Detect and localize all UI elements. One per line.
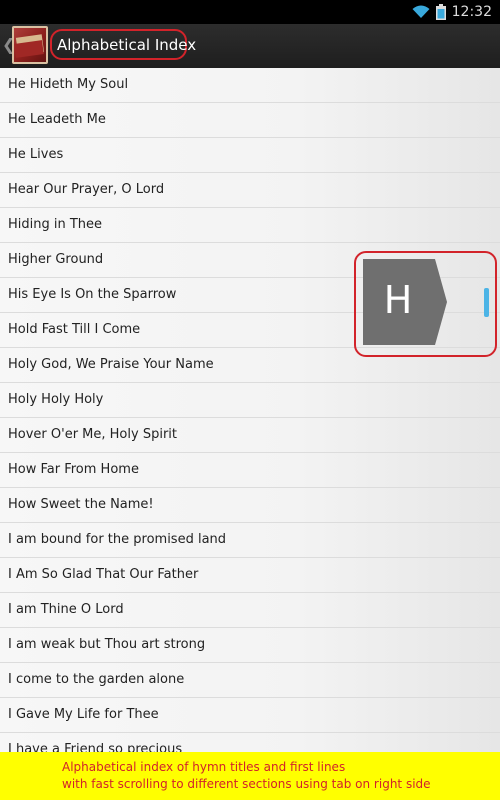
list-item-label: He Leadeth Me — [8, 112, 106, 127]
action-bar: ❮ Alphabetical Index — [0, 24, 500, 69]
list-item[interactable]: Hiding in Thee — [0, 208, 500, 243]
list-item-label: I am Thine O Lord — [8, 602, 124, 617]
list-item-label: How Sweet the Name! — [8, 497, 154, 512]
list-item[interactable]: He Leadeth Me — [0, 103, 500, 138]
list-item[interactable]: I have a Friend so precious — [0, 733, 500, 752]
list-item[interactable]: I Am So Glad That Our Father — [0, 558, 500, 593]
list-item-label: His Eye Is On the Sparrow — [8, 287, 177, 302]
list-item-label: I have a Friend so precious — [8, 742, 183, 752]
list-item-label: I am weak but Thou art strong — [8, 637, 206, 652]
list-item-label: I come to the garden alone — [8, 672, 185, 687]
list-item-label: Hiding in Thee — [8, 217, 103, 232]
list-item-label: Holy God, We Praise Your Name — [8, 357, 214, 372]
list-item-label: He Lives — [8, 147, 64, 162]
list-item-label: Hold Fast Till I Come — [8, 322, 141, 337]
list-item[interactable]: I am weak but Thou art strong — [0, 628, 500, 663]
fast-scroll-thumb[interactable] — [484, 288, 489, 317]
list-item[interactable]: He Lives — [0, 138, 500, 173]
status-bar: 12:32 — [0, 0, 500, 24]
list-item[interactable]: I am bound for the promised land — [0, 523, 500, 558]
list-item[interactable]: Holy Holy Holy — [0, 383, 500, 418]
list-item[interactable]: How Far From Home — [0, 453, 500, 488]
list-item[interactable]: Hover O'er Me, Holy Spirit — [0, 418, 500, 453]
list-item[interactable]: Hear Our Prayer, O Lord — [0, 173, 500, 208]
caption-line-2: with fast scrolling to different section… — [62, 777, 431, 791]
status-time: 12:32 — [451, 4, 492, 20]
list-item[interactable]: I Gave My Life for Thee — [0, 698, 500, 733]
list-item[interactable]: I am Thine O Lord — [0, 593, 500, 628]
list-item[interactable]: I come to the garden alone — [0, 663, 500, 698]
list-item[interactable]: He Hideth My Soul — [0, 68, 500, 103]
wifi-icon — [412, 5, 430, 19]
list-item-label: I am bound for the promised land — [8, 532, 227, 547]
title-highlight: Alphabetical Index — [50, 29, 196, 60]
fast-scroll-section-tab[interactable]: H — [363, 259, 447, 345]
caption-banner: Alphabetical index of hymn titles and fi… — [0, 752, 500, 800]
list-item-label: Hover O'er Me, Holy Spirit — [8, 427, 177, 442]
caption-line-1: Alphabetical index of hymn titles and fi… — [62, 760, 346, 774]
list-item-label: I Am So Glad That Our Father — [8, 567, 199, 582]
chevron-left-icon[interactable]: ❮ — [2, 35, 15, 55]
list-item-label: Holy Holy Holy — [8, 392, 104, 407]
list-item[interactable]: How Sweet the Name! — [0, 488, 500, 523]
list-item-label: How Far From Home — [8, 462, 139, 477]
battery-icon — [435, 4, 446, 20]
list-item-label: Hear Our Prayer, O Lord — [8, 182, 165, 197]
hymnal-book-icon[interactable] — [12, 26, 48, 64]
list-item-label: He Hideth My Soul — [8, 77, 129, 92]
list-item-label: Higher Ground — [8, 252, 104, 267]
list-item-label: I Gave My Life for Thee — [8, 707, 159, 722]
status-icons: 12:32 — [412, 2, 492, 22]
section-letter: H — [383, 278, 413, 322]
page-title: Alphabetical Index — [57, 36, 197, 54]
hymn-index-list[interactable]: He Hideth My Soul He Leadeth Me He Lives… — [0, 68, 500, 752]
